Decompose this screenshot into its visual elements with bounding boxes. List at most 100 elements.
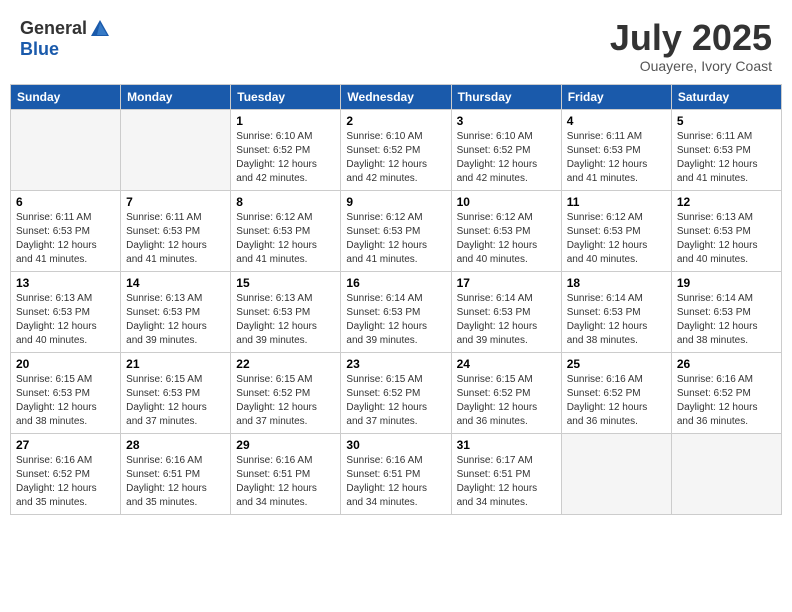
day-number: 13: [16, 276, 115, 290]
day-info: Sunrise: 6:12 AM Sunset: 6:53 PM Dayligh…: [567, 211, 666, 267]
day-info: Sunrise: 6:15 AM Sunset: 6:52 PM Dayligh…: [236, 373, 335, 429]
calendar-cell: 8 Sunrise: 6:12 AM Sunset: 6:53 PM Daylig…: [231, 190, 341, 271]
calendar-cell: 10 Sunrise: 6:12 AM Sunset: 6:53 PM Dayli…: [451, 190, 561, 271]
day-number: 7: [126, 195, 225, 209]
calendar-cell: 1 Sunrise: 6:10 AM Sunset: 6:52 PM Daylig…: [231, 109, 341, 190]
day-number: 23: [346, 357, 445, 371]
calendar-cell: 9Sunrise: 6:12 AM Sunset: 6:53 PM Daylig…: [341, 190, 451, 271]
calendar-cell: 21 Sunrise: 6:15 AM Sunset: 6:53 PM Dayli…: [121, 352, 231, 433]
day-info: Sunrise: 6:11 AM Sunset: 6:53 PM Dayligh…: [126, 211, 225, 267]
day-info: Sunrise: 6:14 AM Sunset: 6:53 PM Dayligh…: [567, 292, 666, 348]
day-info: Sunrise: 6:12 AM Sunset: 6:53 PM Dayligh…: [457, 211, 556, 267]
logo-text-general: General: [20, 19, 87, 39]
calendar-cell: 7 Sunrise: 6:11 AM Sunset: 6:53 PM Daylig…: [121, 190, 231, 271]
day-number: 16: [346, 276, 445, 290]
day-info: Sunrise: 6:13 AM Sunset: 6:53 PM Dayligh…: [677, 211, 776, 267]
day-info: Sunrise: 6:12 AM Sunset: 6:53 PM Dayligh…: [346, 211, 445, 267]
calendar-cell: 22 Sunrise: 6:15 AM Sunset: 6:52 PM Dayli…: [231, 352, 341, 433]
header-friday: Friday: [561, 84, 671, 109]
weekday-header-row: Sunday Monday Tuesday Wednesday Thursday…: [11, 84, 782, 109]
day-info: Sunrise: 6:14 AM Sunset: 6:53 PM Dayligh…: [457, 292, 556, 348]
day-number: 29: [236, 438, 335, 452]
logo-text-blue: Blue: [20, 39, 59, 59]
calendar-cell: [671, 433, 781, 514]
day-info: Sunrise: 6:12 AM Sunset: 6:53 PM Dayligh…: [236, 211, 335, 267]
day-info: Sunrise: 6:16 AM Sunset: 6:52 PM Dayligh…: [567, 373, 666, 429]
day-number: 4: [567, 114, 666, 128]
calendar-cell: 30 Sunrise: 6:16 AM Sunset: 6:51 PM Dayli…: [341, 433, 451, 514]
day-number: 14: [126, 276, 225, 290]
calendar-cell: 2 Sunrise: 6:10 AM Sunset: 6:52 PM Daylig…: [341, 109, 451, 190]
day-number: 18: [567, 276, 666, 290]
day-info: Sunrise: 6:15 AM Sunset: 6:53 PM Dayligh…: [126, 373, 225, 429]
day-number: 30: [346, 438, 445, 452]
header-monday: Monday: [121, 84, 231, 109]
day-number: 21: [126, 357, 225, 371]
header-thursday: Thursday: [451, 84, 561, 109]
calendar-cell: 16Sunrise: 6:14 AM Sunset: 6:53 PM Dayli…: [341, 271, 451, 352]
day-info: Sunrise: 6:13 AM Sunset: 6:53 PM Dayligh…: [236, 292, 335, 348]
calendar-cell: [561, 433, 671, 514]
calendar-cell: 4 Sunrise: 6:11 AM Sunset: 6:53 PM Daylig…: [561, 109, 671, 190]
day-info: Sunrise: 6:16 AM Sunset: 6:52 PM Dayligh…: [677, 373, 776, 429]
day-info: Sunrise: 6:11 AM Sunset: 6:53 PM Dayligh…: [677, 130, 776, 186]
day-number: 6: [16, 195, 115, 209]
calendar-cell: 14Sunrise: 6:13 AM Sunset: 6:53 PM Dayli…: [121, 271, 231, 352]
day-number: 27: [16, 438, 115, 452]
day-number: 12: [677, 195, 776, 209]
day-number: 11: [567, 195, 666, 209]
day-info: Sunrise: 6:11 AM Sunset: 6:53 PM Dayligh…: [567, 130, 666, 186]
calendar-cell: 24 Sunrise: 6:15 AM Sunset: 6:52 PM Dayli…: [451, 352, 561, 433]
calendar-cell: 27 Sunrise: 6:16 AM Sunset: 6:52 PM Dayli…: [11, 433, 121, 514]
week-row-3: 13 Sunrise: 6:13 AM Sunset: 6:53 PM Dayli…: [11, 271, 782, 352]
calendar-cell: 28 Sunrise: 6:16 AM Sunset: 6:51 PM Dayli…: [121, 433, 231, 514]
month-title: July 2025: [610, 18, 772, 58]
day-info: Sunrise: 6:16 AM Sunset: 6:51 PM Dayligh…: [346, 454, 445, 510]
day-info: Sunrise: 6:11 AM Sunset: 6:53 PM Dayligh…: [16, 211, 115, 267]
day-number: 28: [126, 438, 225, 452]
header-saturday: Saturday: [671, 84, 781, 109]
day-info: Sunrise: 6:10 AM Sunset: 6:52 PM Dayligh…: [457, 130, 556, 186]
header-wednesday: Wednesday: [341, 84, 451, 109]
day-number: 8: [236, 195, 335, 209]
day-info: Sunrise: 6:15 AM Sunset: 6:53 PM Dayligh…: [16, 373, 115, 429]
header-sunday: Sunday: [11, 84, 121, 109]
calendar-cell: 15Sunrise: 6:13 AM Sunset: 6:53 PM Dayli…: [231, 271, 341, 352]
calendar-cell: 5 Sunrise: 6:11 AM Sunset: 6:53 PM Daylig…: [671, 109, 781, 190]
calendar-cell: [11, 109, 121, 190]
calendar-cell: 23 Sunrise: 6:15 AM Sunset: 6:52 PM Dayli…: [341, 352, 451, 433]
calendar-cell: 31Sunrise: 6:17 AM Sunset: 6:51 PM Dayli…: [451, 433, 561, 514]
calendar-cell: 26Sunrise: 6:16 AM Sunset: 6:52 PM Dayli…: [671, 352, 781, 433]
day-info: Sunrise: 6:10 AM Sunset: 6:52 PM Dayligh…: [346, 130, 445, 186]
day-info: Sunrise: 6:16 AM Sunset: 6:51 PM Dayligh…: [236, 454, 335, 510]
location-title: Ouayere, Ivory Coast: [610, 58, 772, 74]
week-row-1: 1 Sunrise: 6:10 AM Sunset: 6:52 PM Daylig…: [11, 109, 782, 190]
day-number: 2: [346, 114, 445, 128]
day-info: Sunrise: 6:16 AM Sunset: 6:51 PM Dayligh…: [126, 454, 225, 510]
calendar-cell: 18 Sunrise: 6:14 AM Sunset: 6:53 PM Dayli…: [561, 271, 671, 352]
day-number: 10: [457, 195, 556, 209]
header-tuesday: Tuesday: [231, 84, 341, 109]
day-number: 24: [457, 357, 556, 371]
day-number: 20: [16, 357, 115, 371]
calendar-cell: 29 Sunrise: 6:16 AM Sunset: 6:51 PM Dayli…: [231, 433, 341, 514]
week-row-5: 27 Sunrise: 6:16 AM Sunset: 6:52 PM Dayli…: [11, 433, 782, 514]
calendar-cell: 17Sunrise: 6:14 AM Sunset: 6:53 PM Dayli…: [451, 271, 561, 352]
calendar-cell: 25Sunrise: 6:16 AM Sunset: 6:52 PM Dayli…: [561, 352, 671, 433]
calendar-cell: 19Sunrise: 6:14 AM Sunset: 6:53 PM Dayli…: [671, 271, 781, 352]
page-header: General Blue July 2025 Ouayere, Ivory Co…: [10, 10, 782, 78]
day-number: 5: [677, 114, 776, 128]
calendar-cell: 11 Sunrise: 6:12 AM Sunset: 6:53 PM Dayli…: [561, 190, 671, 271]
day-info: Sunrise: 6:15 AM Sunset: 6:52 PM Dayligh…: [457, 373, 556, 429]
week-row-4: 20 Sunrise: 6:15 AM Sunset: 6:53 PM Dayli…: [11, 352, 782, 433]
calendar-cell: 13Sunrise: 6:13 AM Sunset: 6:53 PM Dayli…: [11, 271, 121, 352]
calendar-cell: [121, 109, 231, 190]
day-number: 22: [236, 357, 335, 371]
day-info: Sunrise: 6:16 AM Sunset: 6:52 PM Dayligh…: [16, 454, 115, 510]
day-number: 1: [236, 114, 335, 128]
day-info: Sunrise: 6:10 AM Sunset: 6:52 PM Dayligh…: [236, 130, 335, 186]
week-row-2: 6 Sunrise: 6:11 AM Sunset: 6:53 PM Daylig…: [11, 190, 782, 271]
logo-icon: [89, 18, 111, 40]
calendar-cell: 12 Sunrise: 6:13 AM Sunset: 6:53 PM Dayli…: [671, 190, 781, 271]
day-info: Sunrise: 6:15 AM Sunset: 6:52 PM Dayligh…: [346, 373, 445, 429]
